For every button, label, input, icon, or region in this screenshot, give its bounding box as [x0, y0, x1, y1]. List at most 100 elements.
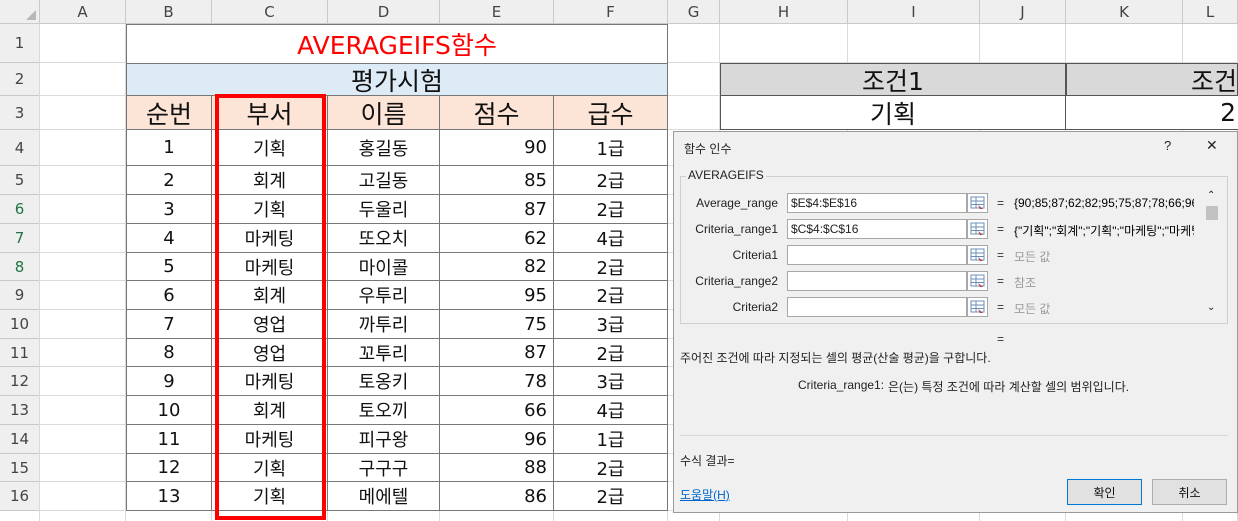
table-cell[interactable]: 3급 — [554, 367, 668, 396]
row-header-9[interactable]: 9 — [0, 281, 40, 310]
table-cell[interactable]: 마케팅 — [212, 224, 328, 253]
table-header[interactable]: 급수 — [554, 96, 668, 130]
row-header-7[interactable]: 7 — [0, 224, 40, 253]
column-header-c[interactable]: C — [212, 0, 328, 24]
table-cell[interactable]: 86 — [440, 482, 554, 511]
column-header-a[interactable]: A — [40, 0, 126, 24]
column-header-e[interactable]: E — [440, 0, 554, 24]
row-header-6[interactable]: 6 — [0, 195, 40, 224]
range-select-button[interactable] — [967, 193, 988, 213]
table-cell[interactable]: 9 — [126, 367, 212, 396]
table-cell[interactable]: 1급 — [554, 130, 668, 166]
table-cell[interactable]: 기획 — [212, 195, 328, 224]
table-cell[interactable]: 82 — [440, 253, 554, 281]
table-cell[interactable]: 고길동 — [328, 166, 440, 195]
table-cell[interactable]: 8 — [126, 339, 212, 367]
condition-header-1[interactable]: 조건1 — [720, 63, 1066, 96]
row-header-2[interactable]: 2 — [0, 63, 40, 96]
table-cell[interactable]: 피구왕 — [328, 425, 440, 454]
table-cell[interactable]: 11 — [126, 425, 212, 454]
column-header-k[interactable]: K — [1066, 0, 1183, 24]
row-header-16[interactable]: 16 — [0, 482, 40, 511]
help-link[interactable]: 도움말(H) — [680, 486, 730, 503]
close-icon[interactable]: ✕ — [1206, 137, 1218, 154]
row-header-14[interactable]: 14 — [0, 425, 40, 454]
row-header-10[interactable]: 10 — [0, 310, 40, 339]
range-select-button[interactable] — [967, 297, 988, 317]
column-header-d[interactable]: D — [328, 0, 440, 24]
condition-header-2[interactable]: 조건 — [1066, 63, 1238, 96]
table-header[interactable]: 순번 — [126, 96, 212, 130]
table-cell[interactable]: 13 — [126, 482, 212, 511]
table-cell[interactable]: 영업 — [212, 310, 328, 339]
select-all-corner[interactable] — [0, 0, 40, 24]
range-select-button[interactable] — [967, 219, 988, 239]
range-select-button[interactable] — [967, 271, 988, 291]
table-cell[interactable]: 62 — [440, 224, 554, 253]
table-cell[interactable]: 2급 — [554, 195, 668, 224]
argument-input[interactable]: $C$4:$C$16 — [787, 219, 967, 239]
row-header-1[interactable]: 1 — [0, 24, 40, 63]
table-cell[interactable]: 4급 — [554, 396, 668, 425]
row-header-13[interactable]: 13 — [0, 396, 40, 425]
table-cell[interactable]: 90 — [440, 130, 554, 166]
table-cell[interactable]: 87 — [440, 339, 554, 367]
table-cell[interactable]: 10 — [126, 396, 212, 425]
column-header-g[interactable]: G — [668, 0, 720, 24]
table-cell[interactable]: 75 — [440, 310, 554, 339]
table-cell[interactable]: 영업 — [212, 339, 328, 367]
table-cell[interactable]: 78 — [440, 367, 554, 396]
table-cell[interactable]: 2급 — [554, 339, 668, 367]
table-header[interactable]: 이름 — [328, 96, 440, 130]
table-cell[interactable]: 마이콜 — [328, 253, 440, 281]
table-cell[interactable]: 2급 — [554, 281, 668, 310]
row-header-8[interactable]: 8 — [0, 253, 40, 281]
table-cell[interactable]: 88 — [440, 454, 554, 482]
table-cell[interactable]: 7 — [126, 310, 212, 339]
table-cell[interactable]: 2급 — [554, 166, 668, 195]
row-header-5[interactable]: 5 — [0, 166, 40, 195]
table-cell[interactable]: 꼬투리 — [328, 339, 440, 367]
table-cell[interactable]: 87 — [440, 195, 554, 224]
table-cell[interactable]: 2급 — [554, 482, 668, 511]
table-cell[interactable]: 85 — [440, 166, 554, 195]
cancel-button[interactable]: 취소 — [1152, 479, 1227, 505]
column-header-f[interactable]: F — [554, 0, 668, 24]
table-cell[interactable]: 마케팅 — [212, 367, 328, 396]
table-cell[interactable]: 우투리 — [328, 281, 440, 310]
table-cell[interactable]: 회계 — [212, 166, 328, 195]
argument-input[interactable]: $E$4:$E$16 — [787, 193, 967, 213]
table-cell[interactable]: 1 — [126, 130, 212, 166]
table-cell[interactable]: 홍길동 — [328, 130, 440, 166]
table-cell[interactable]: 마케팅 — [212, 425, 328, 454]
condition-value-1[interactable]: 기획 — [720, 96, 1066, 130]
column-header-l[interactable]: L — [1183, 0, 1238, 24]
table-cell[interactable]: 기획 — [212, 130, 328, 166]
table-header[interactable]: 부서 — [212, 96, 328, 130]
table-cell[interactable]: 3 — [126, 195, 212, 224]
table-cell[interactable]: 회계 — [212, 281, 328, 310]
argument-input[interactable] — [787, 297, 967, 317]
table-cell[interactable]: 4급 — [554, 224, 668, 253]
table-cell[interactable]: 12 — [126, 454, 212, 482]
row-header-3[interactable]: 3 — [0, 96, 40, 130]
table-cell[interactable]: 96 — [440, 425, 554, 454]
table-cell[interactable]: 토옹키 — [328, 367, 440, 396]
argument-input[interactable] — [787, 245, 967, 265]
table-cell[interactable]: 토오끼 — [328, 396, 440, 425]
table-cell[interactable]: 2급 — [554, 253, 668, 281]
table-cell[interactable]: 회계 — [212, 396, 328, 425]
table-cell[interactable]: 메에텔 — [328, 482, 440, 511]
table-cell[interactable]: 2급 — [554, 454, 668, 482]
table-cell[interactable]: 또오치 — [328, 224, 440, 253]
scroll-up-icon[interactable]: ⌃ — [1207, 190, 1215, 201]
table-cell[interactable]: 1급 — [554, 425, 668, 454]
row-header-12[interactable]: 12 — [0, 367, 40, 396]
table-cell[interactable]: 기획 — [212, 454, 328, 482]
table-cell[interactable]: 기획 — [212, 482, 328, 511]
table-cell[interactable]: 66 — [440, 396, 554, 425]
table-cell[interactable]: 두울리 — [328, 195, 440, 224]
row-header-15[interactable]: 15 — [0, 454, 40, 482]
table-header[interactable]: 점수 — [440, 96, 554, 130]
help-icon[interactable]: ? — [1164, 138, 1171, 153]
